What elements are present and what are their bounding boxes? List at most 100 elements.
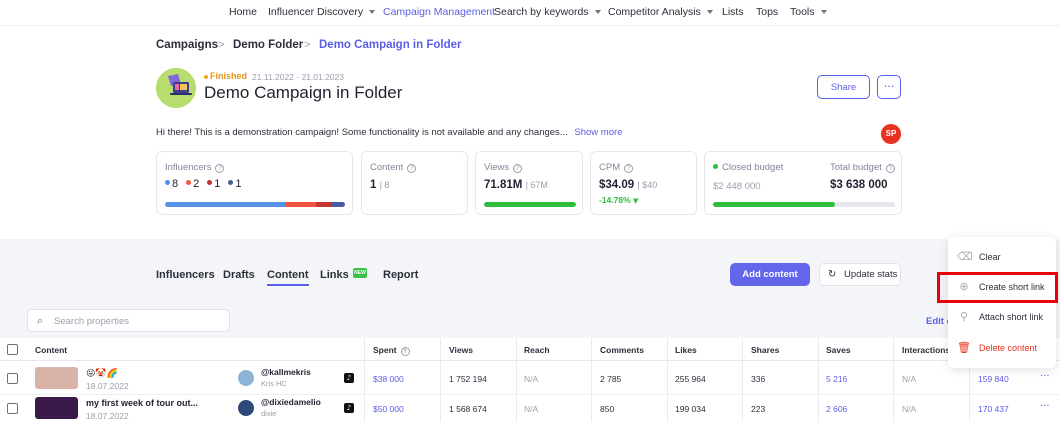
menu-item-attach-short-link-label: Attach short link xyxy=(979,312,1044,322)
segment xyxy=(316,202,331,207)
legend-dot xyxy=(228,180,234,185)
extra-metric-value[interactable]: 170 437 xyxy=(978,404,1009,414)
tab-drafts[interactable]: Drafts xyxy=(223,269,255,281)
legend-dot xyxy=(186,180,192,185)
segment xyxy=(165,202,286,207)
legend-count: 2 xyxy=(193,178,200,190)
show-more-link[interactable]: Show more xyxy=(574,127,622,138)
nav-competitor-analysis[interactable]: Competitor Analysis xyxy=(608,6,713,18)
more-actions-button[interactable]: ··· xyxy=(877,75,901,99)
extra-metric-value[interactable]: 159 840 xyxy=(978,374,1009,384)
search-input[interactable] xyxy=(54,314,224,328)
column-content[interactable]: Content xyxy=(35,345,67,355)
content-thumbnail[interactable] xyxy=(35,367,78,389)
menu-item-delete-content-label: Delete content xyxy=(979,343,1038,353)
breadcrumb-current: Demo Campaign in Folder xyxy=(319,39,462,51)
nav-influencer-discovery[interactable]: Influencer Discovery xyxy=(268,6,376,18)
breadcrumb-campaigns[interactable]: Campaigns xyxy=(156,39,218,51)
row-checkbox[interactable] xyxy=(7,373,18,384)
row-more-icon[interactable]: ··· xyxy=(1040,401,1050,412)
arrow-down-icon: ▼ xyxy=(633,197,639,205)
update-stats-label: Update stats xyxy=(844,269,898,280)
tab-links[interactable]: Links xyxy=(320,269,349,281)
question-icon[interactable]: ? xyxy=(400,347,410,356)
row-checkbox[interactable] xyxy=(7,403,18,414)
spent-value[interactable]: $50 000 xyxy=(373,404,404,414)
avatar[interactable] xyxy=(238,400,254,416)
column-saves[interactable]: Saves xyxy=(826,345,851,355)
interactions-value: N/A xyxy=(902,404,917,414)
campaign-illustration-icon xyxy=(156,68,196,108)
menu-item-delete-content[interactable]: 🗑 Delete content xyxy=(948,338,1056,360)
breadcrumb-demo-folder[interactable]: Demo Folder xyxy=(233,39,303,51)
views-value-sub-text: 67M xyxy=(530,180,548,190)
column-comments[interactable]: Comments xyxy=(600,345,644,355)
tab-report[interactable]: Report xyxy=(383,269,418,281)
chevron-right-icon: > xyxy=(218,39,225,51)
column-interactions[interactable]: Interactions xyxy=(902,345,950,355)
post-date: 18.07.2022 xyxy=(86,381,129,391)
tab-influencers[interactable]: Influencers xyxy=(156,269,215,281)
influencer-handle[interactable]: @dixiedamelio xyxy=(261,397,321,407)
saves-value[interactable]: 2 606 xyxy=(826,404,847,414)
question-icon[interactable]: ? xyxy=(624,164,634,173)
content-thumbnail[interactable] xyxy=(35,397,78,419)
saves-value[interactable]: 5 216 xyxy=(826,374,847,384)
question-icon[interactable]: ? xyxy=(407,164,417,173)
column-views[interactable]: Views xyxy=(449,345,473,355)
question-icon[interactable]: ? xyxy=(215,164,225,173)
column-reach[interactable]: Reach xyxy=(524,345,550,355)
question-icon[interactable]: ? xyxy=(513,164,523,173)
user-avatar[interactable]: SP xyxy=(881,124,901,144)
post-title[interactable]: my first week of tour out... xyxy=(86,398,198,408)
chevron-down-icon xyxy=(706,10,713,14)
column-shares[interactable]: Shares xyxy=(751,345,779,355)
post-title[interactable]: 😜🤡🌈 xyxy=(86,368,118,379)
new-badge: NEW xyxy=(353,268,367,278)
question-icon[interactable]: ? xyxy=(885,164,895,173)
tab-content[interactable]: Content xyxy=(267,269,309,286)
nav-search-by-keywords[interactable]: Search by keywords xyxy=(494,6,601,18)
row-more-icon[interactable]: ··· xyxy=(1040,371,1050,382)
nav-campaign-management[interactable]: Campaign Management xyxy=(383,6,495,18)
segment xyxy=(285,202,317,207)
post-date: 18.07.2022 xyxy=(86,411,129,421)
influencers-label: Influencers? xyxy=(165,162,225,173)
views-progress-fill xyxy=(484,202,576,207)
nav-tools-label: Tools xyxy=(790,6,815,18)
share-button[interactable]: Share xyxy=(817,75,870,99)
column-likes[interactable]: Likes xyxy=(675,345,697,355)
nav-tools[interactable]: Tools xyxy=(790,6,827,18)
reach-value: N/A xyxy=(524,374,539,384)
content-value: 1 | 8 xyxy=(370,179,389,191)
menu-item-clear[interactable]: ⌫ Clear xyxy=(948,247,1056,269)
influencer-handle[interactable]: @kallmekris xyxy=(261,367,311,377)
update-stats-button[interactable]: ↻ Update stats xyxy=(819,263,901,286)
chevron-down-icon xyxy=(369,10,376,14)
nav-tops[interactable]: Tops xyxy=(756,6,778,18)
menu-item-attach-short-link[interactable]: ⚲ Attach short link xyxy=(948,307,1056,329)
closed-budget-label-text: Closed budget xyxy=(722,162,784,173)
comments-value: 2 785 xyxy=(600,374,622,384)
shares-value: 223 xyxy=(751,404,766,414)
shares-value: 336 xyxy=(751,374,766,384)
avatar[interactable] xyxy=(238,370,254,386)
status-badge: Finished xyxy=(210,71,248,81)
spent-value[interactable]: $38 000 xyxy=(373,374,404,384)
total-budget-label-text: Total budget xyxy=(830,162,882,173)
tiktok-icon: ♪ xyxy=(344,403,354,413)
select-all-checkbox[interactable] xyxy=(7,344,18,355)
column-spent[interactable]: Spent? xyxy=(373,345,410,356)
add-content-button[interactable]: Add content xyxy=(730,263,810,286)
reach-value: N/A xyxy=(524,404,539,414)
views-label-text: Views xyxy=(484,162,510,173)
nav-lists[interactable]: Lists xyxy=(722,6,744,18)
content-value-main: 1 xyxy=(370,179,377,191)
cpm-value: $34.09 | $40 xyxy=(599,179,657,191)
budget-progress-bar xyxy=(713,202,895,207)
table-row[interactable]: 😜🤡🌈 18.07.2022 @kallmekris Kris HC ♪ $38… xyxy=(0,365,1060,395)
nav-home[interactable]: Home xyxy=(229,6,257,18)
legend-dot xyxy=(207,180,213,185)
table-row[interactable]: my first week of tour out... 18.07.2022 … xyxy=(0,395,1060,422)
search-properties-box: ⌕ xyxy=(27,309,230,332)
